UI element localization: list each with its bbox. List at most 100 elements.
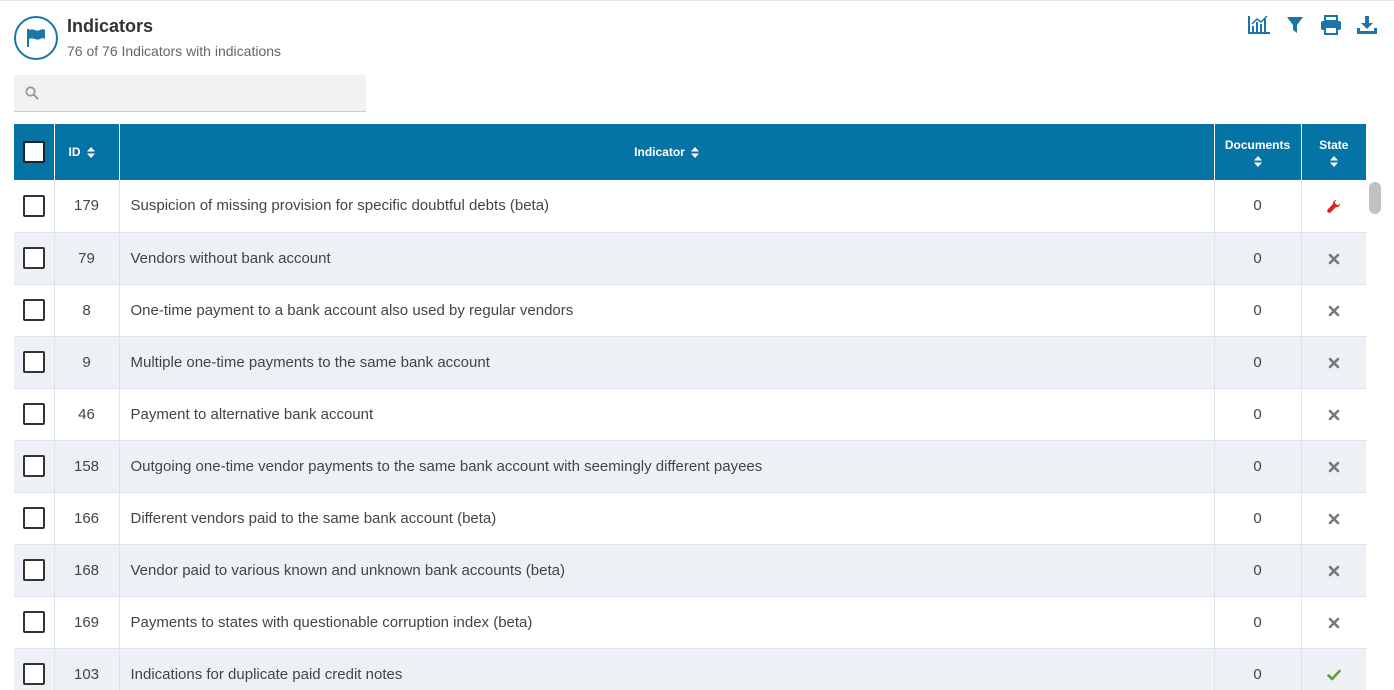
row-checkbox-cell	[14, 284, 55, 337]
row-documents: 0	[1214, 648, 1302, 690]
row-indicator-name[interactable]: Indications for duplicate paid credit no…	[119, 648, 1215, 690]
row-checkbox[interactable]	[22, 455, 45, 477]
table-row[interactable]: 158 Outgoing one-time vendor payments to …	[14, 440, 1366, 493]
row-checkbox[interactable]	[22, 507, 45, 529]
cross-icon	[1327, 616, 1341, 630]
row-checkbox-cell	[14, 336, 55, 389]
cross-icon	[1327, 252, 1341, 266]
row-state-cell	[1301, 232, 1366, 285]
row-checkbox[interactable]	[22, 194, 45, 217]
row-documents: 0	[1214, 180, 1302, 233]
column-label-id: ID	[68, 145, 81, 159]
select-all-checkbox[interactable]	[22, 141, 45, 163]
table-row[interactable]: 166 Different vendors paid to the same ba…	[14, 492, 1366, 545]
row-id: 166	[54, 492, 120, 545]
column-header-id[interactable]: ID	[54, 124, 120, 180]
row-id: 8	[54, 284, 120, 337]
cross-icon	[1327, 356, 1341, 370]
page-title: Indicators	[67, 16, 154, 36]
row-documents: 0	[1214, 544, 1302, 597]
row-checkbox[interactable]	[22, 299, 45, 321]
row-checkbox[interactable]	[22, 663, 45, 685]
row-checkbox[interactable]	[22, 351, 45, 373]
row-id: 169	[54, 596, 120, 649]
row-id: 103	[54, 648, 120, 690]
table-row[interactable]: 168 Vendor paid to various known and unkn…	[14, 544, 1366, 597]
row-indicator-name[interactable]: Vendor paid to various known and unknown…	[119, 544, 1215, 597]
table-row[interactable]: 8 One-time payment to a bank account also…	[14, 284, 1366, 337]
row-checkbox-cell	[14, 232, 55, 285]
column-header-indicator[interactable]: Indicator	[119, 124, 1215, 180]
row-indicator-name[interactable]: Payment to alternative bank account	[119, 388, 1215, 441]
row-state-cell	[1301, 284, 1366, 337]
table-row[interactable]: 169 Payments to states with questionable …	[14, 596, 1366, 649]
row-checkbox-cell	[14, 440, 55, 493]
row-checkbox[interactable]	[22, 403, 45, 425]
row-indicator-name[interactable]: One-time payment to a bank account also …	[119, 284, 1215, 337]
row-checkbox-cell	[14, 492, 55, 545]
row-state-cell	[1301, 596, 1366, 649]
table-row[interactable]: 46 Payment to alternative bank account 0	[14, 388, 1366, 441]
row-id: 179	[54, 180, 120, 233]
row-state-cell	[1301, 180, 1366, 233]
row-state-cell	[1301, 492, 1366, 545]
row-id: 168	[54, 544, 120, 597]
row-checkbox[interactable]	[22, 611, 45, 633]
search-input[interactable]	[48, 75, 362, 111]
sort-icon[interactable]	[1253, 155, 1262, 167]
table-row[interactable]: 179 Suspicion of missing provision for sp…	[14, 180, 1366, 233]
row-id: 158	[54, 440, 120, 493]
select-all-header	[14, 124, 55, 180]
download-icon[interactable]	[1355, 13, 1379, 37]
row-checkbox-cell	[14, 388, 55, 441]
column-header-state[interactable]: State	[1301, 124, 1366, 180]
row-checkbox-cell	[14, 648, 55, 690]
cross-icon	[1327, 304, 1341, 318]
row-checkbox[interactable]	[22, 247, 45, 269]
row-state-cell	[1301, 440, 1366, 493]
row-checkbox-cell	[14, 180, 55, 233]
table-row[interactable]: 9 Multiple one-time payments to the same …	[14, 336, 1366, 389]
indicators-page: Indicators 76 of 76 Indicators with indi…	[0, 0, 1394, 690]
row-id: 79	[54, 232, 120, 285]
row-id: 9	[54, 336, 120, 389]
row-indicator-name[interactable]: Different vendors paid to the same bank …	[119, 492, 1215, 545]
row-documents: 0	[1214, 440, 1302, 493]
table-row[interactable]: 79 Vendors without bank account 0	[14, 232, 1366, 285]
row-indicator-name[interactable]: Outgoing one-time vendor payments to the…	[119, 440, 1215, 493]
table-row[interactable]: 103 Indications for duplicate paid credit…	[14, 648, 1366, 690]
column-header-documents[interactable]: Documents	[1214, 124, 1302, 180]
search-icon	[25, 86, 39, 100]
row-checkbox[interactable]	[22, 559, 45, 581]
row-indicator-name[interactable]: Vendors without bank account	[119, 232, 1215, 285]
column-label-state: State	[1319, 137, 1349, 152]
row-documents: 0	[1214, 336, 1302, 389]
scrollbar-thumb[interactable]	[1369, 182, 1381, 214]
sort-icon[interactable]	[86, 146, 95, 158]
row-state-cell	[1301, 544, 1366, 597]
row-id: 46	[54, 388, 120, 441]
chart-icon[interactable]	[1247, 13, 1271, 37]
search-box	[14, 75, 366, 112]
toolbar	[1247, 13, 1379, 37]
filter-icon[interactable]	[1283, 13, 1307, 37]
cross-icon	[1327, 564, 1341, 578]
row-state-cell	[1301, 388, 1366, 441]
row-documents: 0	[1214, 596, 1302, 649]
row-checkbox-cell	[14, 596, 55, 649]
column-label-indicator: Indicator	[634, 145, 685, 159]
cross-icon	[1327, 460, 1341, 474]
row-indicator-name[interactable]: Payments to states with questionable cor…	[119, 596, 1215, 649]
sort-icon[interactable]	[1329, 155, 1338, 167]
cross-icon	[1327, 512, 1341, 526]
table-body: 179 Suspicion of missing provision for sp…	[14, 180, 1366, 690]
row-indicator-name[interactable]: Suspicion of missing provision for speci…	[119, 180, 1215, 233]
row-state-cell	[1301, 648, 1366, 690]
table-scrollbar[interactable]	[1366, 180, 1382, 690]
column-label-documents: Documents	[1224, 137, 1291, 152]
page-subtitle: 76 of 76 Indicators with indications	[67, 43, 282, 59]
row-documents: 0	[1214, 232, 1302, 285]
sort-icon[interactable]	[690, 146, 699, 158]
row-indicator-name[interactable]: Multiple one-time payments to the same b…	[119, 336, 1215, 389]
print-icon[interactable]	[1319, 13, 1343, 37]
